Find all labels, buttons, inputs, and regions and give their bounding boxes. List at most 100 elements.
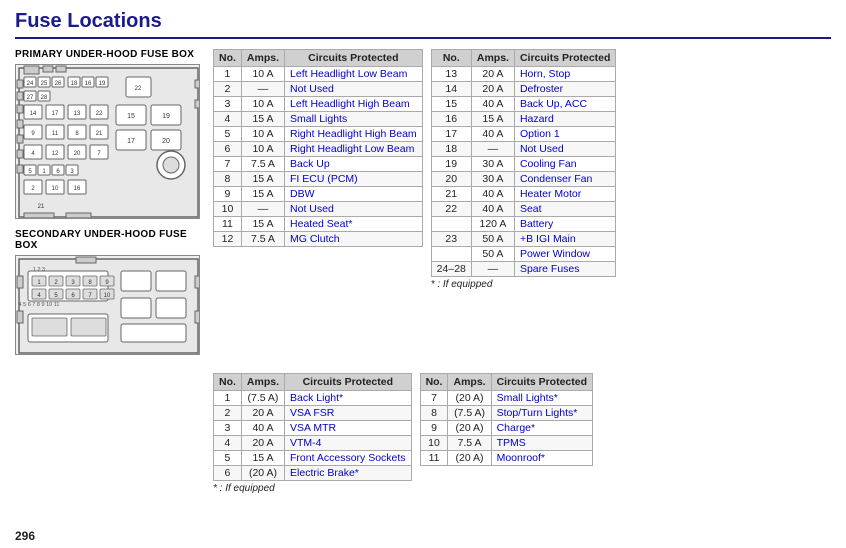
secondary-fuse-diagram: 1 2 3 4 5 6 7 8 9 10 — [15, 255, 200, 355]
cell-number: 12 — [214, 232, 242, 247]
cell-amps: 7.5 A — [241, 157, 284, 172]
cell-amps: (20 A) — [448, 391, 491, 406]
cell-number: 22 — [431, 202, 471, 217]
table-row: 50 APower Window — [431, 247, 616, 262]
primary-label: PRIMARY UNDER-HOOD FUSE BOX — [15, 49, 205, 60]
cell-circuit: Small Lights — [285, 112, 423, 127]
table3-col-circuits: Circuits Protected — [285, 374, 412, 391]
table-row: 120 ABattery — [431, 217, 616, 232]
cell-circuit: Charge* — [491, 421, 592, 436]
cell-amps: 10 A — [241, 142, 284, 157]
cell-circuit: Seat — [514, 202, 615, 217]
cell-amps: 7.5 A — [448, 436, 491, 451]
table-row: 1320 AHorn, Stop — [431, 67, 616, 82]
svg-text:21: 21 — [38, 204, 45, 210]
cell-circuit: Not Used — [285, 82, 423, 97]
svg-text:22: 22 — [135, 86, 142, 92]
cell-number: 1 — [214, 391, 242, 406]
cell-amps: 40 A — [471, 97, 514, 112]
table1-col-circuits: Circuits Protected — [285, 50, 423, 67]
secondary-label: SECONDARY UNDER-HOOD FUSE BOX — [15, 229, 205, 251]
cell-circuit: Stop/Turn Lights* — [491, 406, 592, 421]
cell-amps: 15 A — [471, 112, 514, 127]
cell-amps: 40 A — [471, 127, 514, 142]
table-row: 515 AFront Accessory Sockets — [214, 451, 412, 466]
cell-amps: — — [241, 202, 284, 217]
cell-amps: 7.5 A — [241, 232, 284, 247]
cell-number: 21 — [431, 187, 471, 202]
cell-number: 23 — [431, 232, 471, 247]
left-diagrams: PRIMARY UNDER-HOOD FUSE BOX — [15, 49, 205, 365]
bottom-spacer — [15, 373, 205, 494]
table4-container: No. Amps. Circuits Protected 7(20 A)Smal… — [420, 373, 593, 494]
table3-col-no: No. — [214, 374, 242, 391]
cell-circuit: FI ECU (PCM) — [285, 172, 423, 187]
svg-text:16: 16 — [74, 186, 81, 192]
table-row: 1615 AHazard — [431, 112, 616, 127]
table-row: 815 AFI ECU (PCM) — [214, 172, 423, 187]
table-row: 6(20 A)Electric Brake* — [214, 466, 412, 481]
table-row: 220 AVSA FSR — [214, 406, 412, 421]
fuse-table-2: No. Amps. Circuits Protected 1320 AHorn,… — [431, 49, 617, 277]
table-row: 24–28—Spare Fuses — [431, 262, 616, 277]
cell-circuit: Small Lights* — [491, 391, 592, 406]
cell-circuit: Not Used — [285, 202, 423, 217]
table3-footnote: * : If equipped — [213, 483, 412, 494]
svg-text:11: 11 — [52, 131, 59, 137]
svg-text:10: 10 — [52, 186, 59, 192]
table-row: 18—Not Used — [431, 142, 616, 157]
table-row: 2350 A+B IGI Main — [431, 232, 616, 247]
cell-amps: 40 A — [241, 421, 284, 436]
cell-number: 19 — [431, 157, 471, 172]
cell-amps: — — [471, 142, 514, 157]
cell-circuit: Right Headlight Low Beam — [285, 142, 423, 157]
cell-number: 13 — [431, 67, 471, 82]
table4-col-amps: Amps. — [448, 374, 491, 391]
svg-text:17: 17 — [127, 138, 135, 145]
cell-circuit: Back Up — [285, 157, 423, 172]
table1-col-no: No. — [214, 50, 242, 67]
table-row: 1115 AHeated Seat* — [214, 217, 423, 232]
table-row: 510 ARight Headlight High Beam — [214, 127, 423, 142]
svg-text:12: 12 — [52, 151, 59, 157]
table3-col-amps: Amps. — [241, 374, 284, 391]
bottom-section: No. Amps. Circuits Protected 1(7.5 A)Bac… — [15, 373, 831, 494]
cell-number: 24–28 — [431, 262, 471, 277]
table3-container: No. Amps. Circuits Protected 1(7.5 A)Bac… — [213, 373, 412, 494]
svg-text:4 5 6 7 8 9 10 11: 4 5 6 7 8 9 10 11 — [19, 302, 60, 308]
table4-col-no: No. — [420, 374, 448, 391]
cell-circuit: Left Headlight High Beam — [285, 97, 423, 112]
svg-text:22: 22 — [96, 111, 103, 117]
table-row: 2240 ASeat — [431, 202, 616, 217]
cell-number: 8 — [420, 406, 448, 421]
svg-text:19: 19 — [99, 81, 106, 87]
cell-circuit: Heater Motor — [514, 187, 615, 202]
cell-amps: 15 A — [241, 187, 284, 202]
cell-circuit: Back Up, ACC — [514, 97, 615, 112]
cell-amps: (20 A) — [448, 451, 491, 466]
table-row: 415 ASmall Lights — [214, 112, 423, 127]
cell-amps: 10 A — [241, 127, 284, 142]
svg-text:27: 27 — [27, 95, 34, 101]
cell-number: 16 — [431, 112, 471, 127]
cell-circuit: Front Accessory Sockets — [285, 451, 412, 466]
cell-number: 10 — [420, 436, 448, 451]
right-tables-area: No. Amps. Circuits Protected 110 ALeft H… — [213, 49, 831, 290]
cell-amps: 20 A — [471, 82, 514, 97]
cell-circuit: Heated Seat* — [285, 217, 423, 232]
table-row: 420 AVTM-4 — [214, 436, 412, 451]
table2-col-no: No. — [431, 50, 471, 67]
cell-number: 17 — [431, 127, 471, 142]
table-row: 77.5 ABack Up — [214, 157, 423, 172]
table-row: 127.5 AMG Clutch — [214, 232, 423, 247]
cell-circuit: DBW — [285, 187, 423, 202]
svg-text:20: 20 — [74, 151, 81, 157]
table-row: 2030 ACondenser Fan — [431, 172, 616, 187]
cell-amps: (20 A) — [448, 421, 491, 436]
cell-number: 4 — [214, 112, 242, 127]
cell-number: 2 — [214, 82, 242, 97]
cell-circuit: Horn, Stop — [514, 67, 615, 82]
svg-text:17: 17 — [52, 111, 59, 117]
cell-circuit: Power Window — [514, 247, 615, 262]
cell-amps: 20 A — [241, 406, 284, 421]
